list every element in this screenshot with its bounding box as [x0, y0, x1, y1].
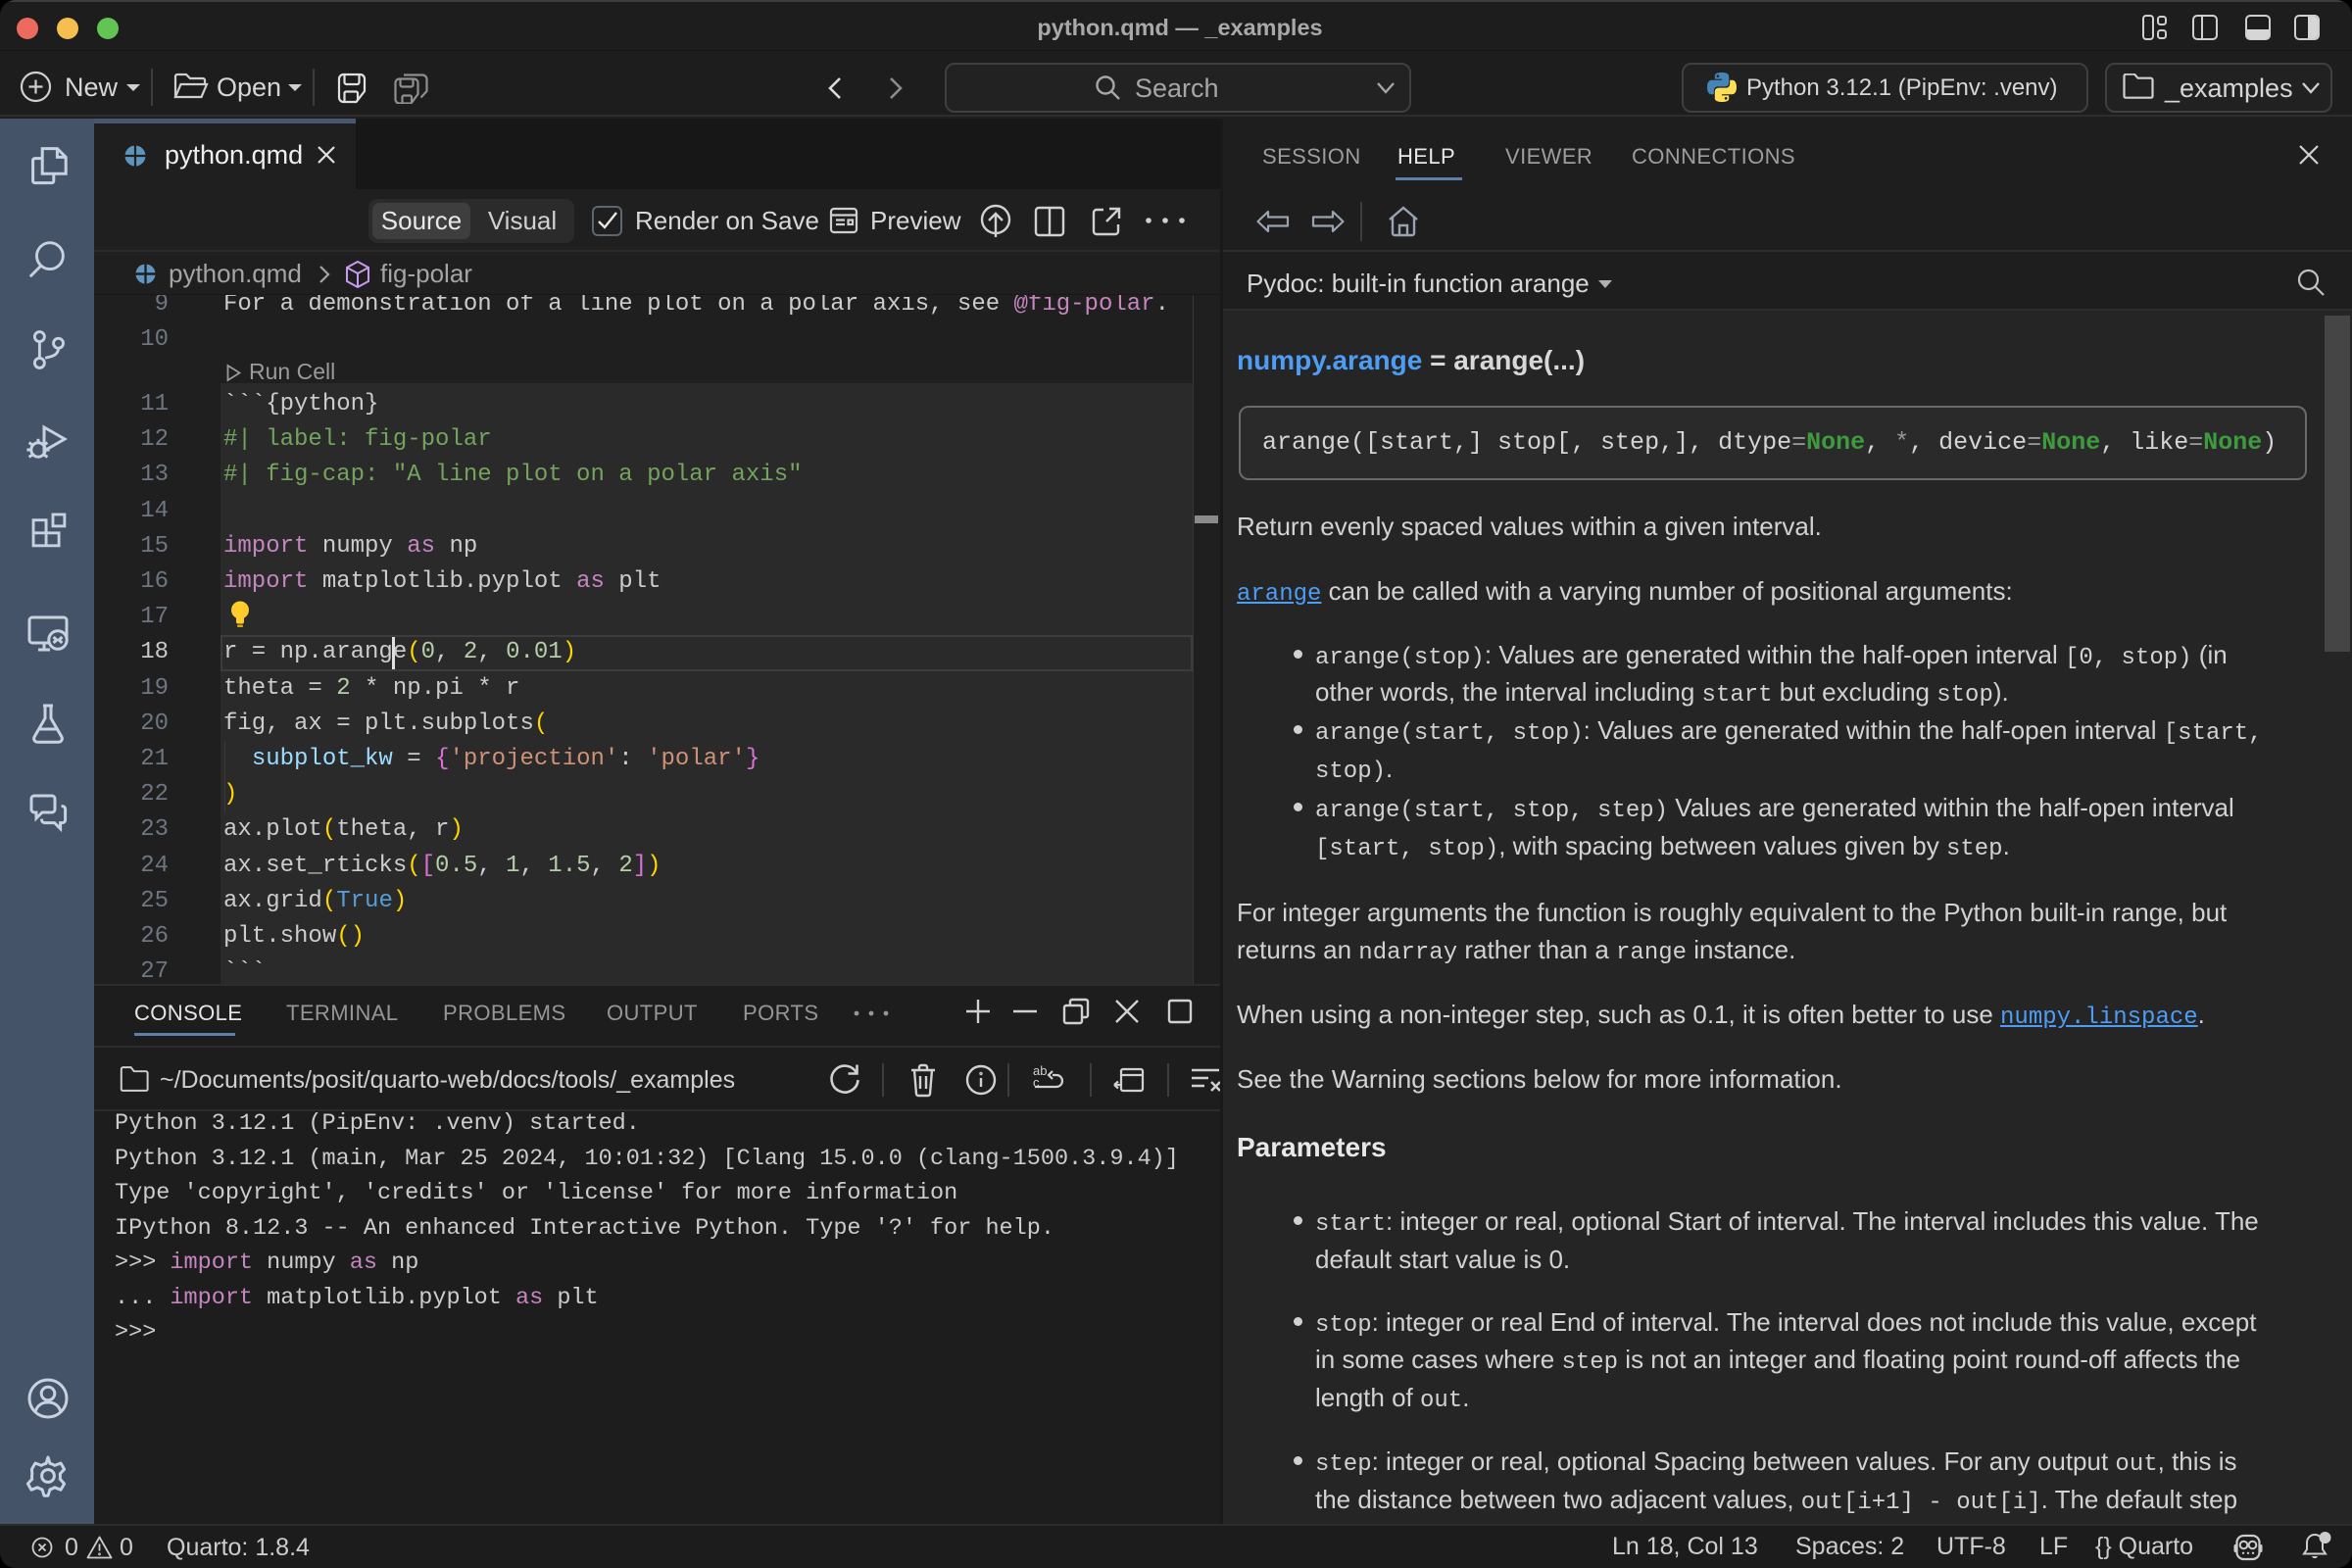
svg-text:c: c — [1033, 1075, 1040, 1090]
